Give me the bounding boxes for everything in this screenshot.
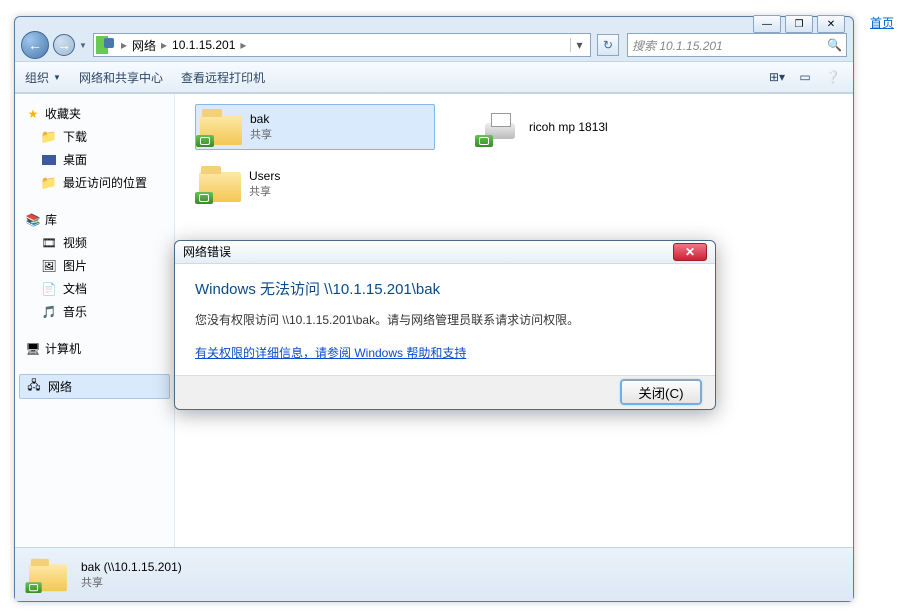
folder-bak[interactable]: bak 共享 (195, 104, 435, 150)
folder-icon (41, 129, 57, 145)
network-sharing-center[interactable]: 网络和共享中心 (79, 69, 163, 86)
sidebar-downloads[interactable]: 下载 (19, 125, 170, 148)
folder-users[interactable]: Users 共享 (195, 162, 435, 206)
search-icon[interactable]: 🔍 (827, 38, 842, 52)
navigation-row: ← → ▼ ▸ 网络 ▸ 10.1.15.201 ▸ ▾ ↻ 搜索 10.1.1… (15, 29, 853, 61)
dialog-titlebar[interactable]: 网络错误 ✕ (175, 241, 715, 264)
shared-folder-icon (199, 166, 241, 202)
printer-ricoh[interactable]: ricoh mp 1813l (475, 104, 715, 150)
address-dropdown[interactable]: ▾ (570, 38, 588, 52)
homepage-link[interactable]: 首页 (870, 14, 894, 31)
forward-button[interactable]: → (53, 34, 75, 56)
item-name: ricoh mp 1813l (529, 120, 608, 134)
document-icon (41, 281, 57, 297)
preview-pane-icon[interactable]: ▭ (795, 68, 815, 86)
shared-folder-icon (200, 109, 242, 145)
libraries-group[interactable]: 📚库 (19, 208, 170, 231)
computer-icon (25, 341, 41, 357)
item-type: 共享 (250, 126, 272, 142)
dialog-message: 您没有权限访问 \\10.1.15.201\bak。请与网络管理员联系请求访问权… (195, 311, 695, 328)
breadcrumb-network[interactable]: 网络 (128, 37, 160, 54)
dialog-title: 网络错误 (183, 243, 231, 260)
shared-folder-icon (29, 558, 67, 590)
search-input[interactable]: 搜索 10.1.15.201 🔍 (627, 33, 847, 57)
help-icon[interactable]: ❔ (823, 68, 843, 86)
toolbar: 组织▼ 网络和共享中心 查看远程打印机 ⊞▾ ▭ ❔ (15, 61, 853, 93)
breadcrumb-separator: ▸ (239, 38, 247, 52)
close-button[interactable]: ✕ (817, 15, 845, 33)
desktop-icon (41, 152, 57, 168)
minimize-button[interactable]: — (753, 15, 781, 33)
dialog-close-ok-button[interactable]: 关闭(C) (621, 380, 701, 404)
breadcrumb-separator: ▸ (160, 38, 168, 52)
recent-icon (41, 175, 57, 191)
maximize-button[interactable]: ❐ (785, 15, 813, 33)
error-dialog: 网络错误 ✕ Windows 无法访问 \\10.1.15.201\bak 您没… (174, 240, 716, 410)
network-icon (26, 379, 42, 395)
sidebar-pictures[interactable]: 图片 (19, 254, 170, 277)
titlebar[interactable] (15, 17, 853, 29)
library-icon: 📚 (25, 212, 41, 228)
sidebar-documents[interactable]: 文档 (19, 277, 170, 300)
network-location-icon (96, 36, 116, 54)
picture-icon (41, 258, 57, 274)
breadcrumb-separator: ▸ (120, 38, 128, 52)
search-placeholder: 搜索 10.1.15.201 (632, 37, 723, 54)
video-icon (41, 235, 57, 251)
view-options-icon[interactable]: ⊞▾ (767, 68, 787, 86)
sidebar-music[interactable]: 音乐 (19, 300, 170, 323)
back-button[interactable]: ← (21, 31, 49, 59)
sidebar-network[interactable]: 网络 (19, 374, 170, 399)
organize-menu[interactable]: 组织▼ (25, 69, 61, 86)
printer-icon (479, 109, 521, 145)
item-name: bak (250, 112, 272, 126)
details-pane: bak (\\10.1.15.201) 共享 (15, 547, 853, 601)
sidebar-videos[interactable]: 视频 (19, 231, 170, 254)
dialog-close-button[interactable]: ✕ (673, 243, 707, 261)
dialog-help-link[interactable]: 有关权限的详细信息，请参阅 Windows 帮助和支持 (195, 346, 466, 360)
dialog-heading: Windows 无法访问 \\10.1.15.201\bak (195, 278, 695, 299)
star-icon: ★ (25, 106, 41, 122)
status-item-name: bak (\\10.1.15.201) (81, 560, 182, 574)
address-bar[interactable]: ▸ 网络 ▸ 10.1.15.201 ▸ ▾ (93, 33, 591, 57)
computer-group[interactable]: 计算机 (19, 337, 170, 360)
view-remote-printers[interactable]: 查看远程打印机 (181, 69, 265, 86)
music-icon (41, 304, 57, 320)
favorites-group[interactable]: ★收藏夹 (19, 102, 170, 125)
refresh-button[interactable]: ↻ (597, 34, 619, 56)
breadcrumb-host[interactable]: 10.1.15.201 (168, 38, 239, 52)
status-item-type: 共享 (81, 574, 182, 590)
item-name: Users (249, 169, 280, 183)
item-type: 共享 (249, 183, 280, 199)
history-dropdown[interactable]: ▼ (79, 41, 89, 50)
sidebar-recent[interactable]: 最近访问的位置 (19, 171, 170, 194)
sidebar-desktop[interactable]: 桌面 (19, 148, 170, 171)
navigation-pane: ★收藏夹 下载 桌面 最近访问的位置 📚库 视频 图片 文档 音乐 计算机 网络 (15, 94, 175, 547)
